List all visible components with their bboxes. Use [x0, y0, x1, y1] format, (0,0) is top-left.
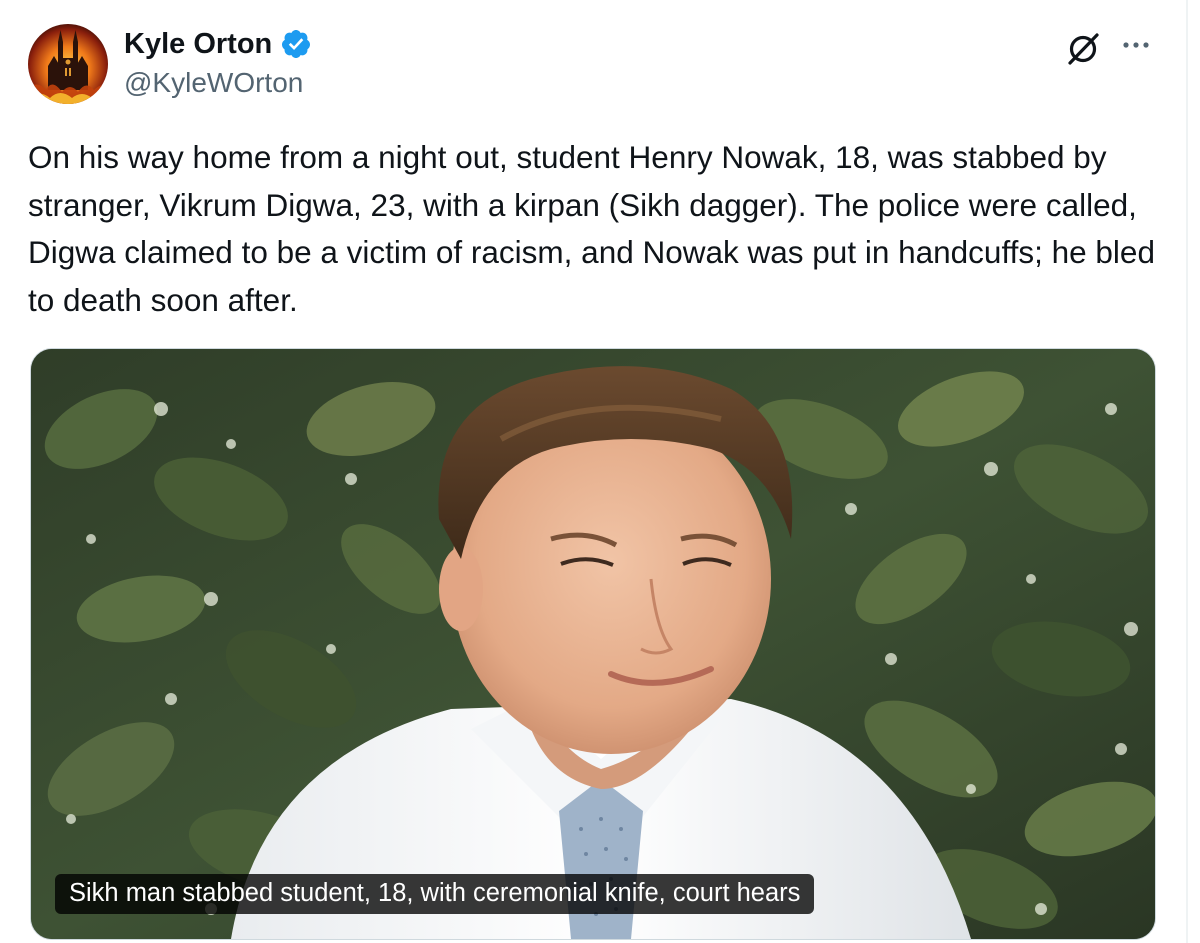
author-name-row[interactable]: Kyle Orton	[124, 26, 312, 62]
grok-button[interactable]	[1064, 28, 1104, 68]
tweet-text: On his way home from a night out, studen…	[28, 139, 1155, 318]
timeline-column-border	[1186, 0, 1188, 943]
more-options-button[interactable]	[1114, 28, 1158, 68]
grok-icon	[1068, 33, 1099, 65]
tweet-media-image[interactable]: Sikh man stabbed student, 18, with cerem…	[30, 348, 1156, 940]
author-handle[interactable]: @KyleWOrton	[124, 65, 303, 101]
media-caption: Sikh man stabbed student, 18, with cerem…	[55, 874, 815, 914]
verified-badge-icon[interactable]	[280, 28, 312, 60]
avatar[interactable]	[28, 24, 108, 104]
more-icon	[1123, 42, 1149, 48]
photo-student-portrait	[31, 349, 1155, 939]
burning-cathedral-avatar-icon	[28, 24, 108, 104]
author-display-name[interactable]: Kyle Orton	[124, 26, 272, 62]
